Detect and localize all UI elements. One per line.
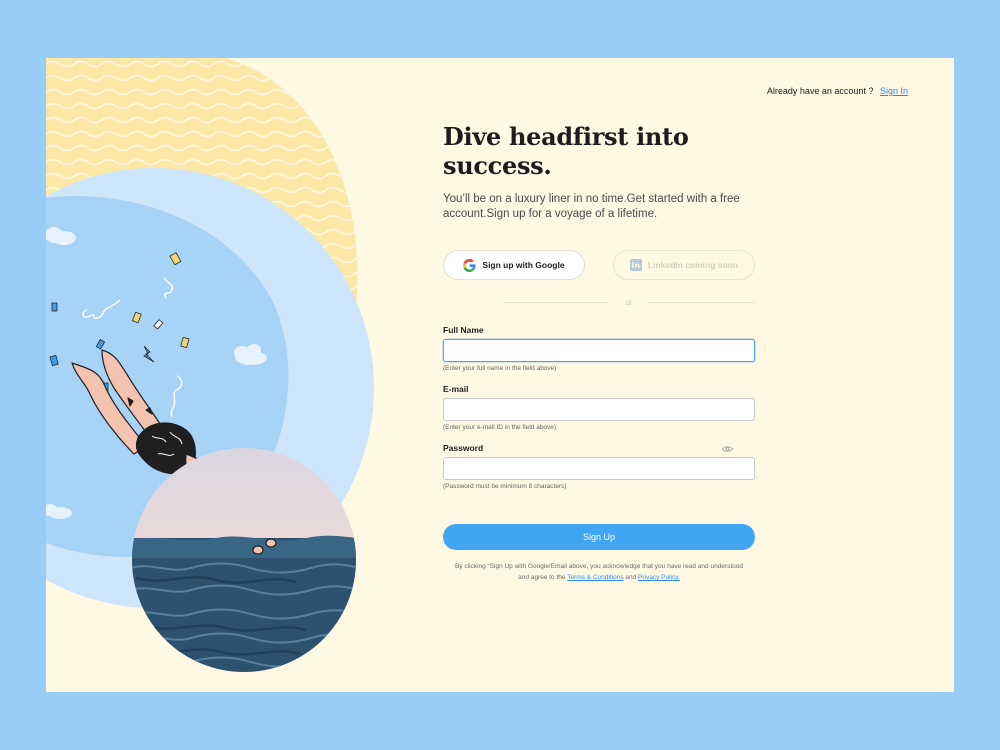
- signin-link[interactable]: Sign In: [880, 86, 908, 96]
- password-input[interactable]: [443, 457, 755, 480]
- password-label-text: Password: [443, 443, 484, 453]
- linkedin-signup-button: in LinkedIn coming soon: [613, 250, 755, 280]
- or-divider: or: [443, 298, 755, 307]
- privacy-link[interactable]: Privacy Policy.: [638, 574, 680, 581]
- google-signup-button[interactable]: Sign up with Google: [443, 250, 585, 280]
- email-input[interactable]: [443, 398, 755, 421]
- divider-or-text: or: [625, 298, 633, 307]
- signup-form: Full Name (Enter your full name in the f…: [443, 325, 755, 583]
- linkedin-logo-icon: in: [629, 259, 642, 271]
- full-name-hint: (Enter your full name in the field above…: [443, 365, 557, 372]
- signup-card: Already have an account ? Sign In Dive h…: [46, 58, 954, 692]
- signup-panel: Dive headfirst into success. You’ll be o…: [443, 122, 755, 583]
- page-title: Dive headfirst into success.: [443, 122, 689, 180]
- signin-prompt: Already have an account ? Sign In: [767, 86, 908, 96]
- social-signup-row: Sign up with Google in LinkedIn coming s…: [443, 250, 755, 280]
- terms-link[interactable]: Terms & Conditions: [567, 574, 623, 581]
- google-signup-label: Sign up with Google: [482, 260, 565, 270]
- email-label-text: E-mail: [443, 384, 469, 394]
- password-field-group: Password (Password must be minimum 8 cha…: [443, 443, 755, 490]
- page-subtitle: You’ll be on a luxury liner in no time.G…: [443, 193, 740, 220]
- email-label: E-mail: [443, 384, 755, 394]
- legal-and-text: and: [623, 574, 639, 581]
- full-name-label: Full Name: [443, 325, 755, 335]
- diver-illustration: [46, 58, 374, 672]
- divider-line-left: [503, 302, 610, 303]
- password-label: Password: [443, 443, 755, 453]
- legal-notice: By clicking “Sign Up with Google/Email a…: [443, 561, 755, 583]
- linkedin-signup-label: LinkedIn coming soon: [647, 260, 739, 270]
- email-field-group: E-mail (Enter your e-mail ID in the fiel…: [443, 384, 755, 431]
- email-hint: (Enter your e-mail ID in the field above…: [443, 424, 557, 431]
- full-name-input[interactable]: [443, 339, 755, 362]
- signin-prompt-text: Already have an account ?: [766, 86, 874, 96]
- signup-button[interactable]: Sign Up: [443, 524, 755, 550]
- password-hint: (Password must be minimum 8 characters): [443, 483, 567, 490]
- google-logo-icon: [463, 258, 476, 272]
- divider-line-right: [648, 302, 755, 303]
- full-name-label-text: Full Name: [443, 325, 484, 335]
- full-name-field-group: Full Name (Enter your full name in the f…: [443, 325, 755, 372]
- eye-icon[interactable]: [722, 445, 733, 453]
